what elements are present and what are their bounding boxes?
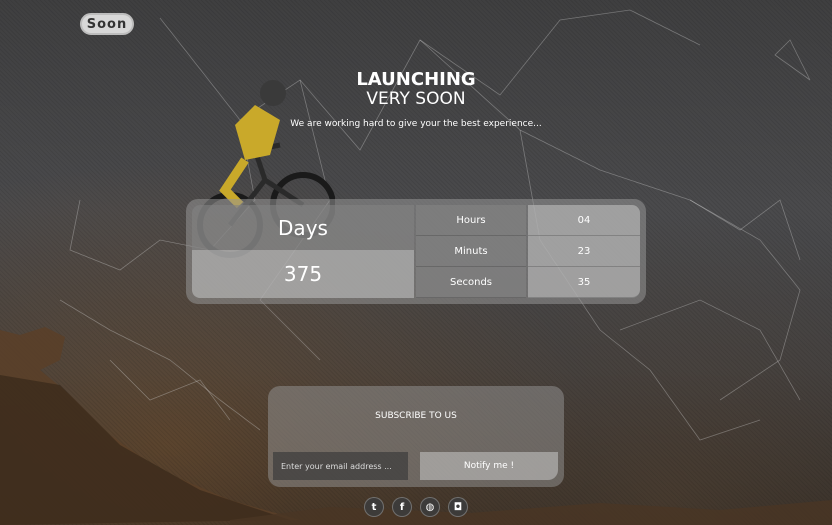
hours-value: 04 — [528, 205, 640, 236]
seconds-value: 35 — [528, 267, 640, 298]
minutes-row: Minuts 23 — [416, 236, 640, 267]
subscribe-title: SUBSCRIBE TO US — [375, 411, 457, 421]
hours-label: Hours — [416, 205, 526, 236]
logo[interactable]: Soon — [80, 13, 134, 35]
minutes-value: 23 — [528, 236, 640, 267]
instagram-icon[interactable]: ◘ — [448, 497, 468, 517]
seconds-row: Seconds 35 — [416, 267, 640, 298]
logo-text: Soon — [86, 16, 128, 32]
hours-row: Hours 04 — [416, 205, 640, 236]
seconds-label: Seconds — [416, 267, 526, 298]
time-units: Hours 04 Minuts 23 Seconds 35 — [416, 205, 640, 298]
twitter-icon[interactable]: t — [364, 497, 384, 517]
email-field[interactable] — [273, 452, 408, 480]
countdown-panel: Days 375 Hours 04 Minuts 23 Seconds 35 — [186, 199, 646, 304]
tagline: We are working hard to give your the bes… — [290, 119, 542, 129]
page-title-line2: VERY SOON — [366, 89, 466, 109]
days-label: Days — [192, 205, 414, 250]
social-links: t f ◍ ◘ — [364, 497, 468, 517]
notify-button[interactable]: Notify me ! — [420, 452, 558, 480]
subscribe-panel: SUBSCRIBE TO US Notify me ! — [268, 386, 564, 487]
days-value: 375 — [192, 250, 414, 298]
dribbble-icon[interactable]: ◍ — [420, 497, 440, 517]
minutes-label: Minuts — [416, 236, 526, 267]
facebook-icon[interactable]: f — [392, 497, 412, 517]
days-box: Days 375 — [192, 205, 414, 298]
page-title-line1: LAUNCHING — [356, 69, 476, 90]
